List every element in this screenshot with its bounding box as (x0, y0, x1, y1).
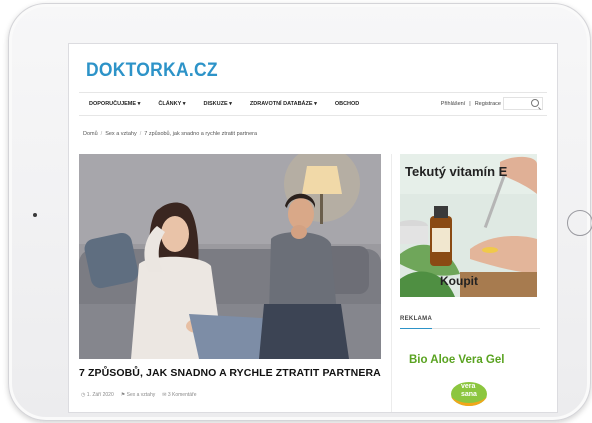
article-meta: ◷ 1. Září 2020 ⚑ Sex a vztahy ✉ 3 Koment… (81, 392, 196, 398)
breadcrumb-separator: / (100, 131, 103, 137)
vitamin-e-ad[interactable]: Tekutý vitamín E Koupit (400, 154, 537, 297)
nav-item-obchod[interactable]: OBCHOD (335, 101, 359, 107)
article-comments[interactable]: ✉ 3 Komentáře (162, 392, 196, 398)
tag-icon: ⚑ (120, 392, 126, 398)
reklama-underline (400, 328, 540, 329)
clock-icon: ◷ (81, 392, 86, 398)
aloe-gel-title[interactable]: Bio Aloe Vera Gel (409, 354, 504, 366)
nav-item-diskuze[interactable]: DISKUZE ▾ (203, 101, 231, 107)
site-logo[interactable]: DOKTORKA.CZ (86, 60, 218, 82)
article-comments-text: 3 Komentáře (167, 392, 197, 398)
ad-cta[interactable]: Koupit (440, 274, 478, 288)
article-category-text: Sex a vztahy (126, 392, 156, 398)
verasana-bottom: sana (461, 391, 477, 398)
article-category[interactable]: ⚑ Sex a vztahy (121, 392, 156, 398)
breadcrumb: Domů / Sex a vztahy / 7 způsobů, jak sna… (83, 131, 257, 137)
nav-item-zdravotni-databaze[interactable]: ZDRAVOTNÍ DATABÁZE ▾ (250, 101, 317, 107)
ad-headline: Tekutý vitamín E (405, 164, 508, 179)
verasana-top: vera (461, 383, 476, 390)
home-button[interactable] (567, 210, 592, 236)
article-title[interactable]: 7 ZPŮSOBŮ, JAK SNADNO A RYCHLE ZTRATIT P… (79, 367, 384, 379)
article-date-text: 1. Září 2020 (86, 392, 114, 398)
camera-dot (33, 213, 37, 217)
main-nav: DOPORUČUJEME ▾ ČLÁNKY ▾ DISKUZE ▾ ZDRAVO… (79, 92, 547, 116)
article-date: ◷ 1. Září 2020 (81, 392, 114, 398)
nav-item-doporucujeme[interactable]: DOPORUČUJEME ▾ (89, 101, 140, 107)
search-icon[interactable] (531, 99, 539, 107)
verasana-logo[interactable]: vera sana (449, 379, 489, 409)
comment-icon: ✉ (162, 392, 167, 398)
account-separator: | (469, 101, 471, 107)
breadcrumb-category[interactable]: Sex a vztahy (105, 131, 137, 137)
logo-tld: .CZ (188, 60, 218, 81)
nav-item-clanky[interactable]: ČLÁNKY ▾ (158, 101, 185, 107)
account-links: Přihlášení | Registrace (441, 93, 501, 115)
search-input[interactable] (503, 97, 543, 110)
breadcrumb-separator: / (139, 131, 142, 137)
login-link[interactable]: Přihlášení (441, 101, 465, 107)
article-hero-image[interactable] (79, 154, 381, 359)
logo-main: DOKTORKA (86, 60, 189, 81)
breadcrumb-current: 7 způsobů, jak snadno a rychle ztratit p… (144, 131, 258, 137)
breadcrumb-home[interactable]: Domů (83, 131, 98, 137)
reklama-heading: REKLAMA (400, 316, 433, 322)
sidebar-divider (391, 154, 392, 412)
tablet-frame: DOKTORKA.CZ DOPORUČUJEME ▾ ČLÁNKY ▾ DISK… (8, 3, 592, 421)
browser-screen: DOKTORKA.CZ DOPORUČUJEME ▾ ČLÁNKY ▾ DISK… (69, 44, 557, 412)
register-link[interactable]: Registrace (475, 101, 501, 107)
